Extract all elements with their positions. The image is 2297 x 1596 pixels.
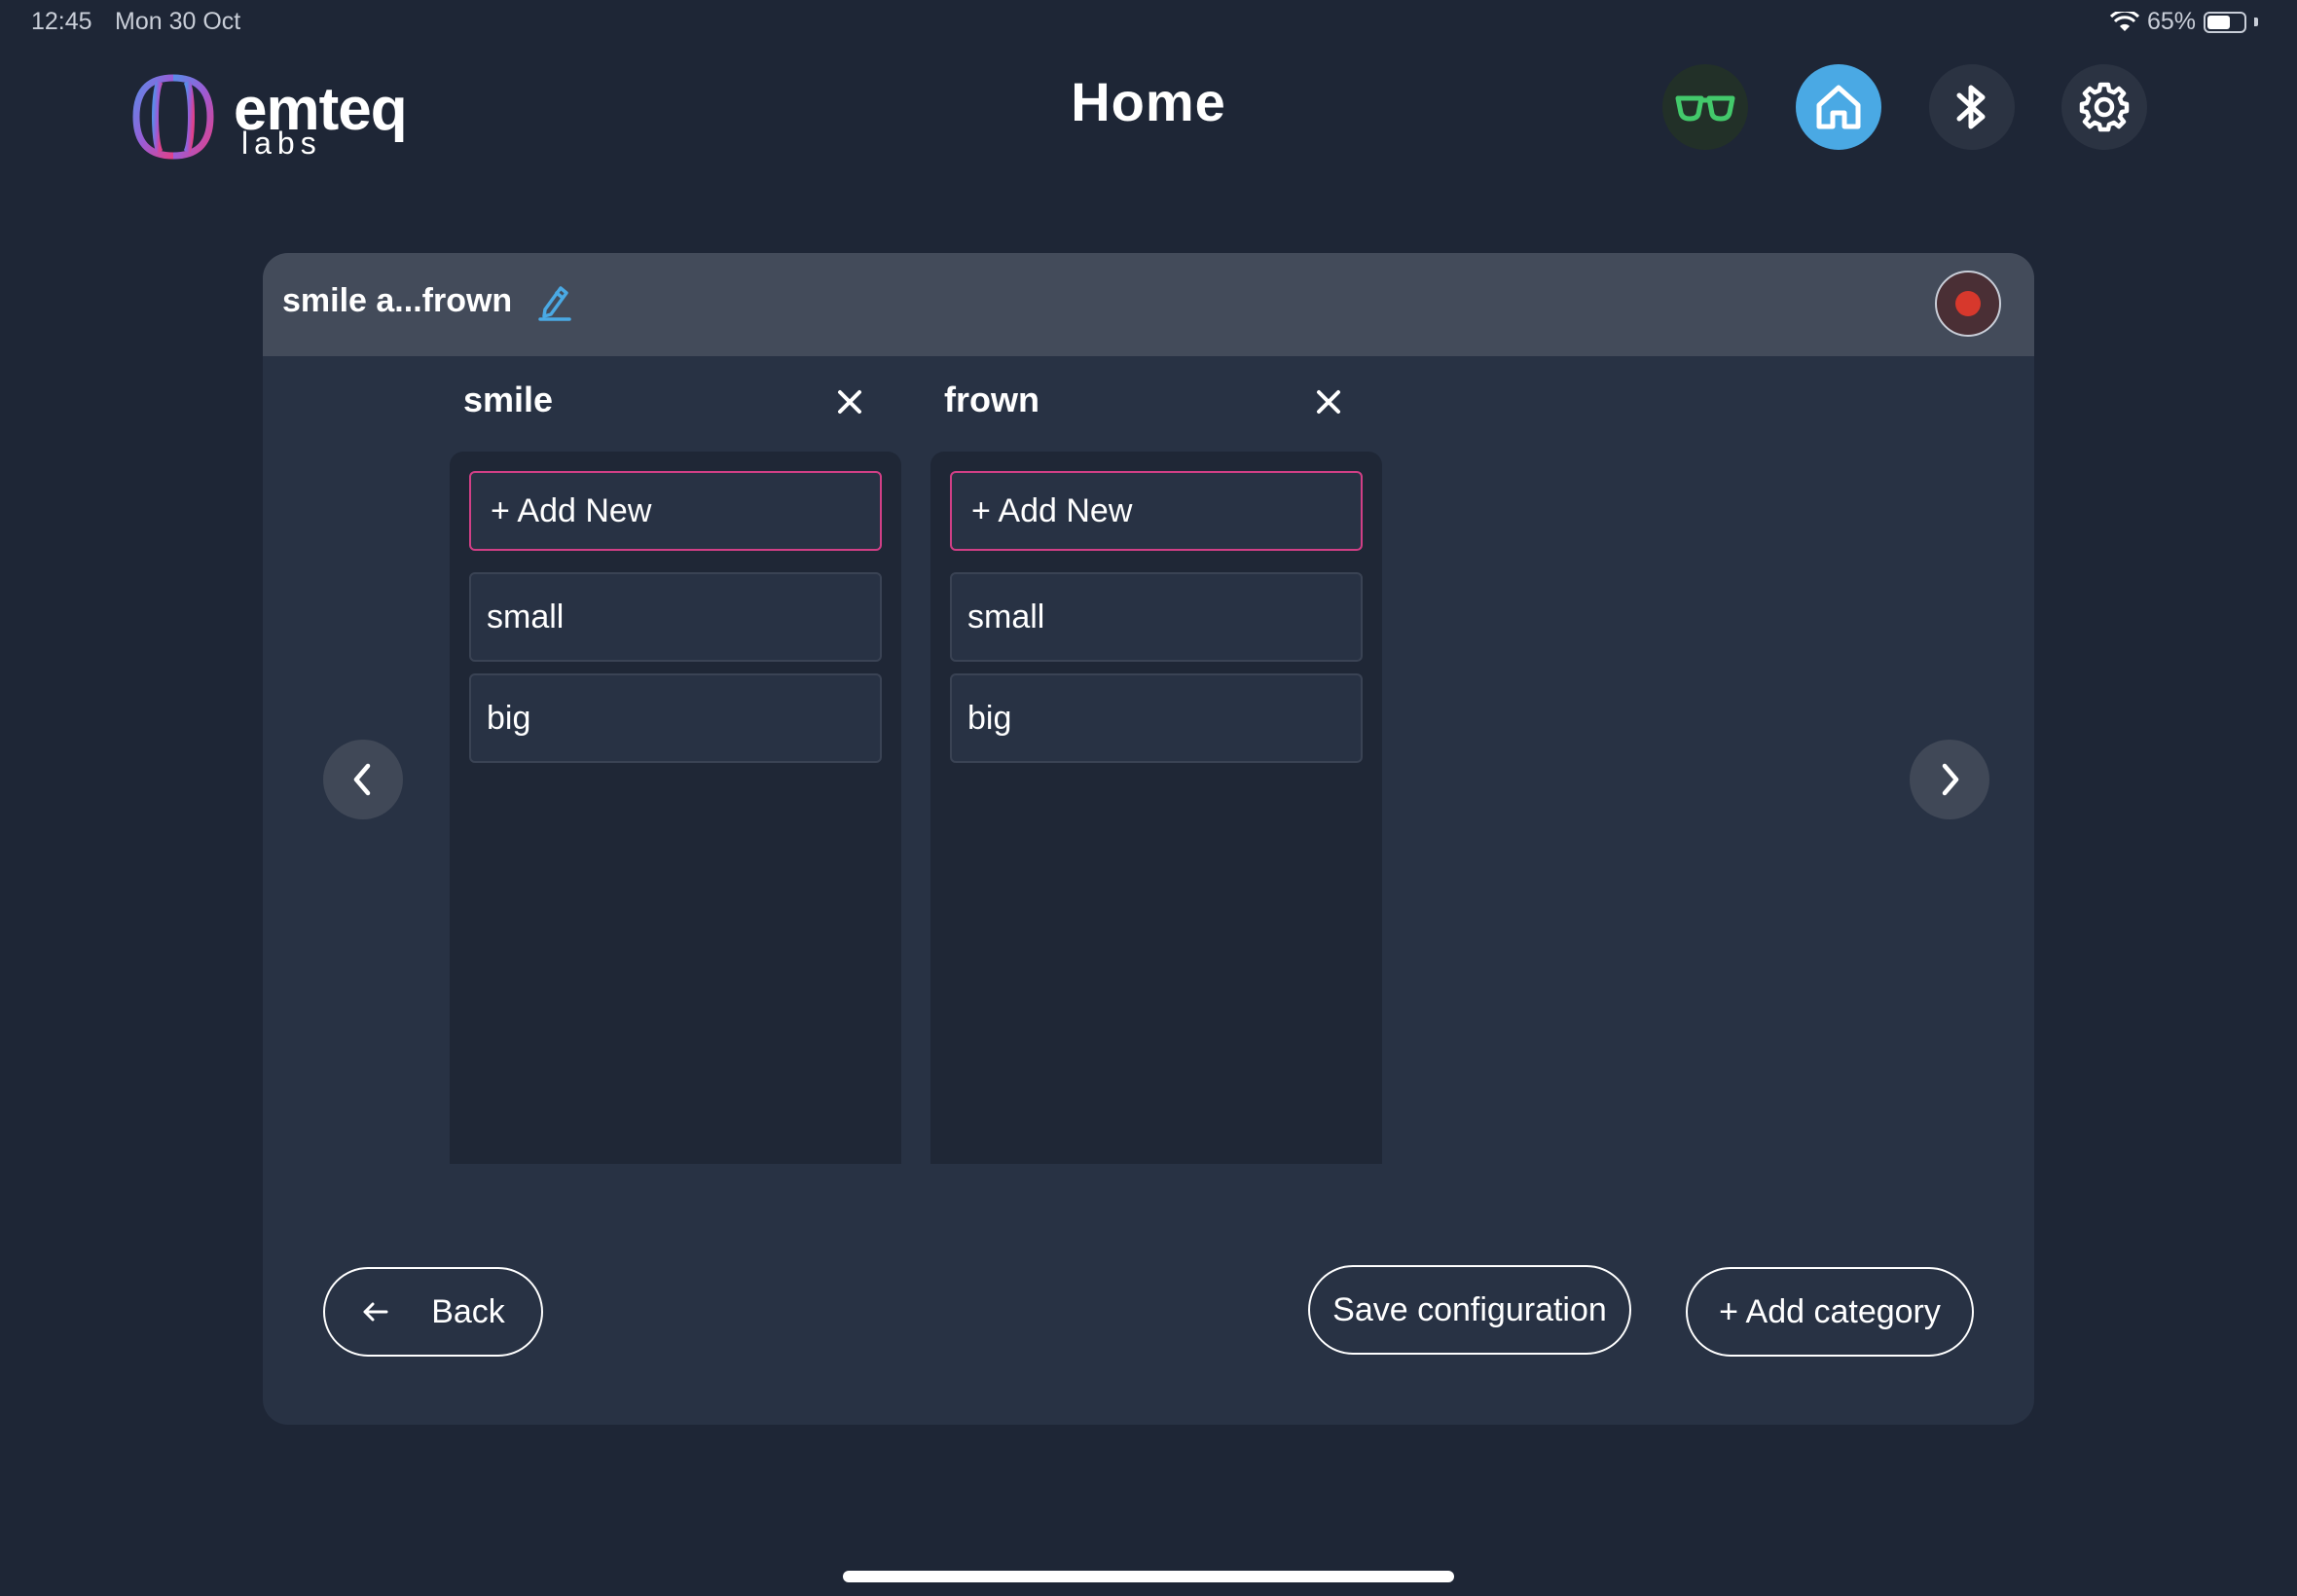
close-icon xyxy=(1317,390,1340,414)
app-screen: 12:45 Mon 30 Oct 65% emteq labs Home smi… xyxy=(0,0,2297,1596)
list-item[interactable]: small xyxy=(950,572,1363,662)
back-label: Back xyxy=(431,1292,505,1330)
remove-column-button[interactable] xyxy=(833,385,866,418)
battery-percent: 65% xyxy=(2146,8,2196,35)
category-column-smile: + Add New small big xyxy=(450,452,901,1164)
list-item[interactable]: big xyxy=(950,673,1363,763)
configuration-panel: smile a...frown smile + Add New small bi… xyxy=(263,253,2034,1425)
bluetooth-button[interactable] xyxy=(1929,64,2015,150)
save-configuration-button[interactable]: Save configuration xyxy=(1308,1265,1631,1355)
pencil-icon xyxy=(538,286,571,321)
glasses-button[interactable] xyxy=(1662,64,1748,150)
gear-icon xyxy=(2079,82,2130,132)
configuration-name: smile a...frown xyxy=(282,282,513,319)
column-header-frown: frown xyxy=(944,380,1353,438)
home-indicator[interactable] xyxy=(843,1571,1454,1582)
add-new-button[interactable]: + Add New xyxy=(950,471,1363,551)
settings-button[interactable] xyxy=(2061,64,2147,150)
edit-name-button[interactable] xyxy=(537,282,572,321)
battery-icon xyxy=(2204,11,2246,33)
chevron-right-icon xyxy=(1942,763,1959,796)
status-indicators: 65% xyxy=(2109,8,2258,36)
record-icon xyxy=(1955,291,1981,316)
close-icon xyxy=(838,390,861,414)
home-button[interactable] xyxy=(1796,64,1881,150)
add-new-button[interactable]: + Add New xyxy=(469,471,882,551)
next-button[interactable] xyxy=(1910,740,1989,819)
battery-level xyxy=(2207,15,2230,29)
wifi-icon xyxy=(2109,11,2139,31)
remove-column-button[interactable] xyxy=(1312,385,1345,418)
column-title: smile xyxy=(463,380,554,419)
status-time: 12:45 xyxy=(31,8,92,35)
arrow-left-icon xyxy=(363,1302,388,1322)
home-icon xyxy=(1816,85,1861,129)
category-column-frown: + Add New small big xyxy=(930,452,1382,1164)
status-date: Mon 30 Oct xyxy=(115,8,241,35)
panel-header: smile a...frown xyxy=(263,253,2034,356)
list-item[interactable]: small xyxy=(469,572,882,662)
column-header-smile: smile xyxy=(463,380,872,438)
glasses-icon xyxy=(1675,95,1735,122)
column-title: frown xyxy=(944,380,1039,419)
list-item[interactable]: big xyxy=(469,673,882,763)
bluetooth-icon xyxy=(1956,85,1986,129)
chevron-left-icon xyxy=(353,763,371,796)
add-category-button[interactable]: + Add category xyxy=(1686,1267,1974,1357)
record-button[interactable] xyxy=(1935,271,2001,337)
battery-cap xyxy=(2254,18,2258,26)
back-button[interactable]: Back xyxy=(323,1267,543,1357)
previous-button[interactable] xyxy=(323,740,403,819)
